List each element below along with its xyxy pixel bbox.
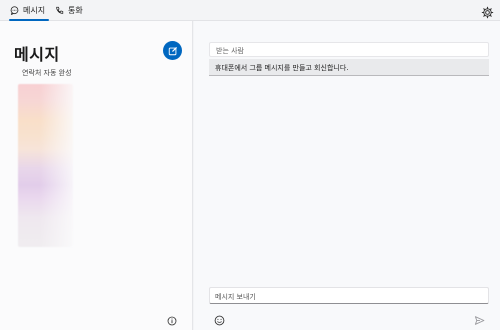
compose-icon [168,41,178,60]
tab-messages-label: 메시지 [23,6,46,15]
send-icon [474,311,485,330]
chat-bubble-icon [10,6,19,15]
conversation-list-pane: 메시지 연락처 자동 완성 [0,21,193,330]
tab-messages[interactable]: 메시지 [10,0,45,21]
page-title: 메시지 [14,45,60,64]
info-icon [167,311,177,330]
message-input[interactable]: 메시지 보내기 [209,287,489,304]
tab-calls[interactable]: 통화 [55,0,83,21]
settings-button[interactable] [481,4,494,19]
phone-icon [55,6,64,15]
emoji-icon [214,311,225,330]
info-button[interactable] [167,311,177,326]
blurred-contact-list[interactable] [18,84,73,247]
tab-calls-label: 통화 [68,6,83,15]
recipient-input[interactable]: 받는 사람 [209,42,489,57]
conversation-pane: 받는 사람 휴대폰에서 그룹 메시지를 만들고 회신합니다. 메시지 보내기 [194,21,500,330]
top-tab-bar: 메시지 통화 [0,0,500,21]
autocomplete-label: 연락처 자동 완성 [22,69,72,77]
new-message-button[interactable] [163,41,182,60]
emoji-button[interactable] [214,311,225,326]
send-button[interactable] [474,311,485,325]
group-message-banner: 휴대폰에서 그룹 메시지를 만들고 회신합니다. [209,59,489,76]
